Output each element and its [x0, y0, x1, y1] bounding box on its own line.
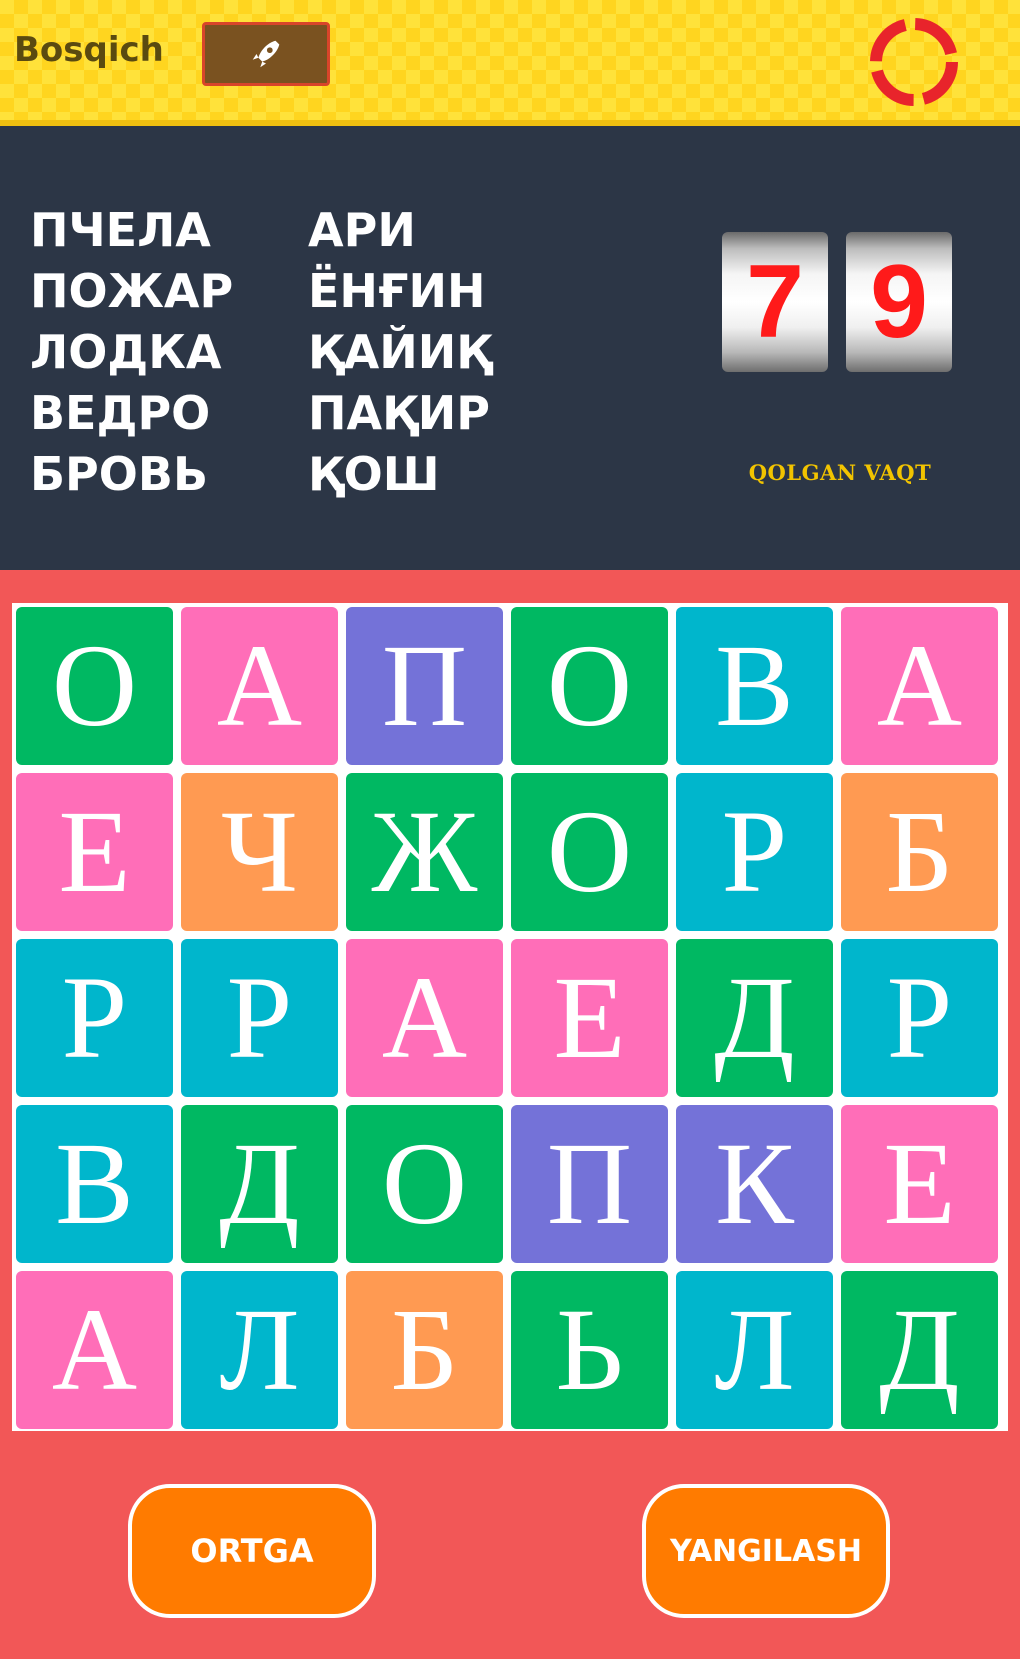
letter-tile[interactable]: В — [16, 1105, 173, 1263]
letter-tile[interactable]: Ь — [511, 1271, 668, 1429]
letter-tile[interactable]: Е — [16, 773, 173, 931]
back-button[interactable]: ORTGA — [128, 1484, 376, 1618]
source-word-column: ПЧЕЛА ПОЖАР ЛОДКА ВЕДРО БРОВЬ — [30, 200, 233, 505]
translation-word-column: АРИ ЁНҒИН ҚАЙИҚ ПАҚИР ҚОШ — [308, 200, 492, 505]
letter-tile[interactable]: О — [511, 773, 668, 931]
translation-word: ЁНҒИН — [308, 264, 486, 318]
letter-tile[interactable]: Ч — [181, 773, 338, 931]
letter-tile[interactable]: О — [16, 607, 173, 765]
word-list-panel: ПЧЕЛА ПОЖАР ЛОДКА ВЕДРО БРОВЬ АРИ ЁНҒИН … — [0, 126, 1020, 570]
translation-word: АРИ — [308, 203, 416, 257]
letter-tile[interactable]: П — [346, 607, 503, 765]
letter-tile[interactable]: Д — [841, 1271, 998, 1429]
top-bar: Bosqich — [0, 0, 1020, 126]
letter-tile[interactable]: Е — [841, 1105, 998, 1263]
letter-tile[interactable]: Д — [676, 939, 833, 1097]
letter-tile[interactable]: Е — [511, 939, 668, 1097]
source-word: ЛОДКА — [30, 325, 222, 379]
letter-grid-frame: ОАПОВАЕЧЖОРБРРАЕДРВДОПКЕАЛБЬЛД — [12, 603, 1008, 1431]
source-word: ПЧЕЛА — [30, 203, 211, 257]
letter-tile[interactable]: Ж — [346, 773, 503, 931]
remaining-time-label: QOLGAN VAQT — [748, 460, 932, 485]
letter-tile[interactable]: П — [511, 1105, 668, 1263]
letter-tile[interactable]: Р — [841, 939, 998, 1097]
letter-tile[interactable]: Б — [346, 1271, 503, 1429]
letter-tile[interactable]: В — [676, 607, 833, 765]
letter-tile[interactable]: А — [841, 607, 998, 765]
letter-tile[interactable]: Л — [181, 1271, 338, 1429]
translation-word: ҚАЙИҚ — [308, 325, 492, 379]
refresh-button[interactable]: YANGILASH — [642, 1484, 890, 1618]
letter-tile[interactable]: А — [346, 939, 503, 1097]
letter-tile[interactable]: Л — [676, 1271, 833, 1429]
letter-tile[interactable]: К — [676, 1105, 833, 1263]
letter-tile[interactable]: О — [346, 1105, 503, 1263]
translation-word: ҚОШ — [308, 447, 440, 501]
letter-tile[interactable]: Д — [181, 1105, 338, 1263]
stage-indicator[interactable] — [202, 22, 330, 86]
source-word: БРОВЬ — [30, 447, 209, 501]
stage-label: Bosqich — [14, 30, 164, 70]
letter-tile[interactable]: О — [511, 607, 668, 765]
source-word: ВЕДРО — [30, 386, 211, 440]
letter-tile[interactable]: Р — [676, 773, 833, 931]
time-counter: 7 9 — [722, 232, 954, 372]
letter-grid: ОАПОВАЕЧЖОРБРРАЕДРВДОПКЕАЛБЬЛД — [16, 607, 1004, 1429]
letter-tile[interactable]: Б — [841, 773, 998, 931]
timer-ring-icon — [870, 18, 958, 106]
letter-tile[interactable]: Р — [181, 939, 338, 1097]
counter-digit: 9 — [846, 232, 952, 372]
source-word: ПОЖАР — [30, 264, 234, 318]
translation-word: ПАҚИР — [308, 386, 490, 440]
letter-tile[interactable]: А — [181, 607, 338, 765]
counter-digit: 7 — [722, 232, 828, 372]
rocket-icon — [252, 40, 280, 68]
letter-tile[interactable]: Р — [16, 939, 173, 1097]
letter-tile[interactable]: А — [16, 1271, 173, 1429]
